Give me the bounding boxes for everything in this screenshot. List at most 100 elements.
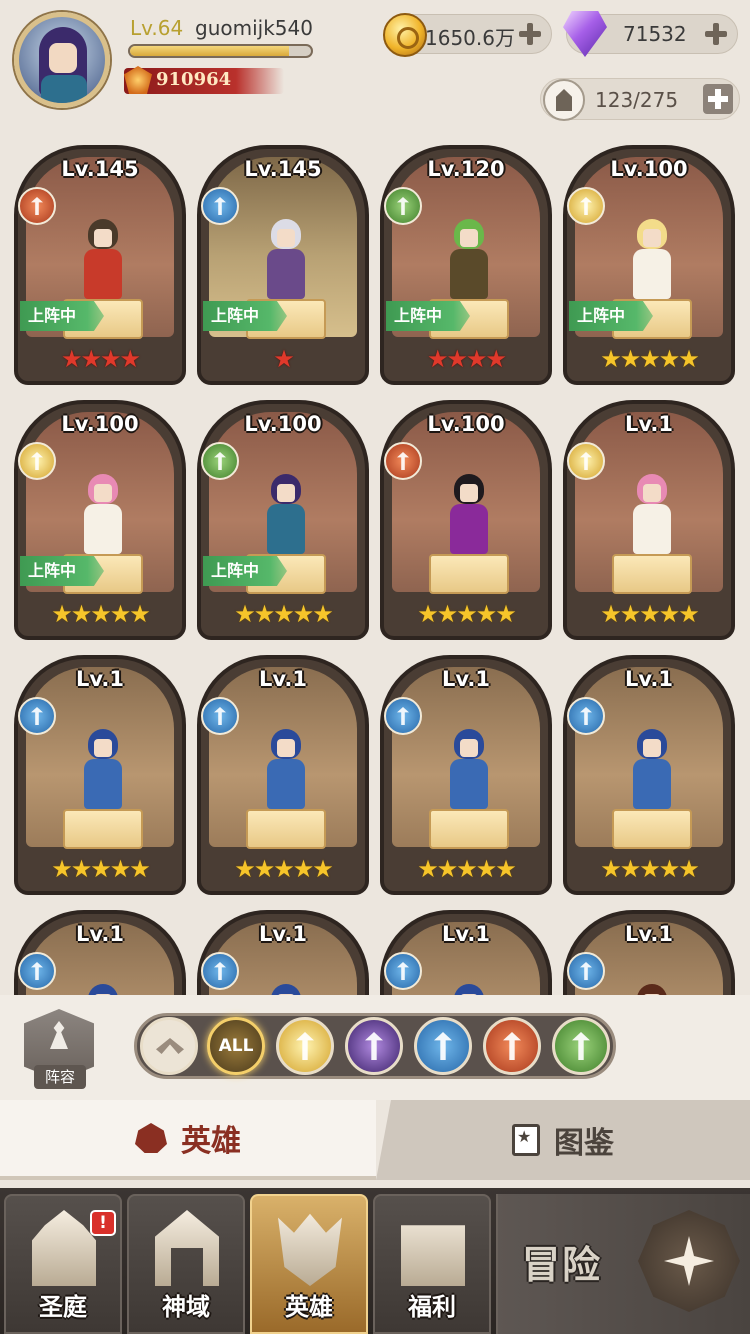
filter-tree-button[interactable] bbox=[552, 1017, 610, 1075]
tree-faction-icon bbox=[201, 442, 239, 480]
compass-icon bbox=[638, 1210, 740, 1312]
in-team-tag: 上阵中 bbox=[569, 301, 653, 331]
expand-capacity-button[interactable] bbox=[703, 84, 733, 114]
star-rating: ★★★★ bbox=[426, 345, 507, 373]
hero-card[interactable]: Lv.1 bbox=[14, 910, 186, 995]
knight-faction-icon bbox=[201, 952, 239, 990]
star-rating: ★★★★★ bbox=[234, 855, 334, 883]
notification-badge: ! bbox=[90, 1210, 116, 1236]
hero-level: Lv.1 bbox=[76, 922, 124, 946]
player-level: Lv.64 bbox=[130, 16, 184, 40]
filter-light-button[interactable] bbox=[276, 1017, 334, 1075]
avatar-body bbox=[41, 75, 87, 103]
add-gold-button[interactable] bbox=[517, 21, 543, 47]
nav-heroes[interactable]: 英雄 bbox=[250, 1194, 368, 1334]
hero-outfit bbox=[84, 504, 122, 554]
hero-sprite bbox=[623, 470, 681, 560]
knight-faction-icon bbox=[567, 952, 605, 990]
hero-face bbox=[94, 229, 112, 247]
adventure-label: 冒险 bbox=[522, 1243, 603, 1287]
sort-toggle-button[interactable] bbox=[140, 1017, 198, 1075]
hero-card[interactable]: Lv.1 ★★★★★ bbox=[197, 655, 369, 895]
hero-card[interactable]: Lv.100 上阵中 ★★★★★ bbox=[563, 145, 735, 385]
adventure-button[interactable]: 冒险 bbox=[496, 1194, 750, 1334]
hero-face bbox=[643, 739, 661, 757]
hero-face bbox=[643, 484, 661, 502]
hero-outfit bbox=[633, 249, 671, 299]
tree-faction-icon bbox=[384, 187, 422, 225]
hero-pedestal bbox=[429, 554, 509, 594]
hero-level: Lv.145 bbox=[61, 157, 139, 181]
shrine-icon bbox=[155, 1210, 219, 1286]
star-rating: ★★★★★ bbox=[51, 855, 151, 883]
tab-heroes[interactable]: 英雄 bbox=[0, 1100, 376, 1180]
gold-coin-icon bbox=[383, 13, 427, 57]
hero-card[interactable]: Lv.100 上阵中 ★★★★★ bbox=[14, 400, 186, 640]
hero-card[interactable]: Lv.145 上阵中 ★★★★ bbox=[14, 145, 186, 385]
hero-card[interactable]: Lv.1 ★★★★★ bbox=[563, 400, 735, 640]
add-gems-button[interactable] bbox=[703, 21, 729, 47]
hero-card[interactable]: Lv.100 ★★★★★ bbox=[380, 400, 552, 640]
hero-pedestal bbox=[246, 809, 326, 849]
nav-domain[interactable]: 神域 bbox=[127, 1194, 245, 1334]
castle-icon bbox=[32, 1210, 96, 1286]
filter-wolf-button[interactable] bbox=[483, 1017, 541, 1075]
hero-face bbox=[460, 229, 478, 247]
tree-faction-icon bbox=[572, 1032, 590, 1060]
hero-card[interactable]: Lv.1 bbox=[380, 910, 552, 995]
pawn-icon bbox=[50, 1021, 68, 1049]
knight-faction-icon bbox=[18, 952, 56, 990]
hero-grid[interactable]: Lv.145 上阵中 ★★★★ Lv.145 上阵中 ★ Lv.120 上阵中 ★★★★ Lv.1… bbox=[0, 135, 750, 995]
hero-face bbox=[94, 484, 112, 502]
filter-bar: 阵容 ALL bbox=[0, 995, 750, 1100]
nav-court-label: 圣庭 bbox=[39, 1293, 87, 1321]
wolf-faction-icon bbox=[503, 1032, 521, 1060]
hero-sprite bbox=[257, 980, 315, 995]
nav-heroes-label: 英雄 bbox=[285, 1293, 333, 1321]
hero-card[interactable]: Lv.100 上阵中 ★★★★★ bbox=[197, 400, 369, 640]
helmet-icon bbox=[135, 1123, 167, 1153]
star-rating: ★★★★★ bbox=[417, 600, 517, 628]
in-team-tag: 上阵中 bbox=[20, 301, 104, 331]
knight-faction-icon bbox=[384, 697, 422, 735]
tab-codex-label: 图鉴 bbox=[554, 1126, 614, 1161]
hero-card[interactable]: Lv.1 ★★★★★ bbox=[563, 655, 735, 895]
diamond-icon bbox=[563, 11, 607, 57]
filter-knight-button[interactable] bbox=[414, 1017, 472, 1075]
hero-card[interactable]: Lv.1 bbox=[563, 910, 735, 995]
hero-card[interactable]: Lv.1 ★★★★★ bbox=[380, 655, 552, 895]
nav-welfare-label: 福利 bbox=[408, 1293, 456, 1321]
hero-card[interactable]: Lv.1 bbox=[197, 910, 369, 995]
player-avatar[interactable] bbox=[14, 12, 110, 108]
light-faction-icon bbox=[18, 442, 56, 480]
star-rating: ★★★★★ bbox=[600, 600, 700, 628]
hero-capacity: 123/275 bbox=[540, 78, 740, 121]
knight-faction-icon bbox=[384, 952, 422, 990]
nav-court[interactable]: ! 圣庭 bbox=[4, 1194, 122, 1334]
hero-card[interactable]: Lv.120 上阵中 ★★★★ bbox=[380, 145, 552, 385]
hero-card[interactable]: Lv.1 ★★★★★ bbox=[14, 655, 186, 895]
in-team-tag: 上阵中 bbox=[20, 556, 104, 586]
nav-welfare[interactable]: 福利 bbox=[373, 1194, 491, 1334]
hero-pedestal bbox=[612, 554, 692, 594]
hero-level: Lv.1 bbox=[76, 667, 124, 691]
light-faction-icon bbox=[567, 442, 605, 480]
hero-sprite bbox=[440, 725, 498, 815]
hero-level: Lv.100 bbox=[610, 157, 688, 181]
filter-dark-button[interactable] bbox=[345, 1017, 403, 1075]
horned-helmet-icon bbox=[278, 1213, 342, 1286]
filter-all-button[interactable]: ALL bbox=[207, 1017, 265, 1075]
hero-level: Lv.100 bbox=[427, 412, 505, 436]
exp-bar bbox=[128, 44, 313, 58]
hero-sprite bbox=[623, 980, 681, 995]
hero-sprite bbox=[440, 470, 498, 560]
tab-codex[interactable]: 图鉴 bbox=[376, 1100, 750, 1180]
tab-heroes-label: 英雄 bbox=[181, 1124, 241, 1159]
hero-outfit bbox=[633, 759, 671, 809]
lineup-label: 阵容 bbox=[34, 1065, 86, 1089]
hero-sprite bbox=[440, 980, 498, 995]
dark-faction-icon bbox=[365, 1032, 383, 1060]
hero-slot-icon bbox=[543, 79, 585, 121]
hero-card[interactable]: Lv.145 上阵中 ★ bbox=[197, 145, 369, 385]
hero-level: Lv.1 bbox=[259, 667, 307, 691]
